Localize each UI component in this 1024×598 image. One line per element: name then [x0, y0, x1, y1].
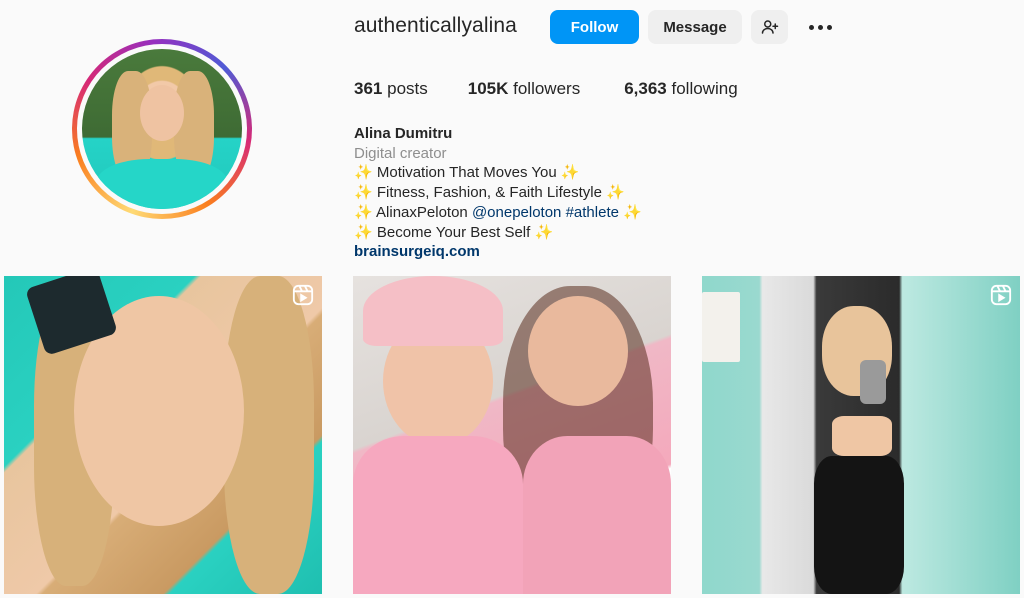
sparkle-icon: ✨: [560, 164, 580, 182]
reels-icon: [292, 284, 314, 306]
profile-category: Digital creator: [354, 144, 447, 162]
sparkle-icon: ✨: [354, 223, 373, 241]
hashtag-link[interactable]: #athlete: [566, 204, 619, 221]
bio-line-text: AlinaxPeloton: [376, 203, 468, 221]
reels-icon: [990, 284, 1012, 306]
more-dot: [808, 24, 814, 30]
profile-bio: Alina Dumitru Digital creator ✨ Motivati…: [354, 124, 642, 262]
sparkle-icon: ✨: [354, 164, 373, 182]
bio-line-text: Become Your Best Self: [376, 223, 531, 241]
more-options-button[interactable]: [805, 16, 835, 38]
following-count: 6,363: [624, 79, 667, 98]
post-thumbnail[interactable]: [353, 276, 671, 594]
avatar-photo: [82, 49, 242, 209]
bio-line-text: Fitness, Fashion, & Faith Lifestyle: [376, 184, 602, 202]
bio-line: ✨ Motivation That Moves You ✨: [354, 163, 642, 183]
posts-stat: 361 posts: [354, 79, 428, 99]
suggest-users-button[interactable]: [751, 10, 788, 44]
profile-stats: 361 posts 105K followers 6,363 following: [354, 79, 778, 99]
sparkle-icon: ✨: [354, 203, 373, 221]
message-button[interactable]: Message: [648, 10, 742, 44]
post-thumbnail[interactable]: [4, 276, 322, 594]
followers-count: 105K: [467, 79, 509, 98]
posts-count: 361: [354, 79, 383, 98]
followers-stat[interactable]: 105K followers: [468, 79, 580, 99]
bio-line-text: Motivation That Moves You: [376, 164, 557, 182]
bio-line: ✨ Fitness, Fashion, & Faith Lifestyle ✨: [354, 183, 642, 203]
following-label: following: [671, 79, 738, 98]
avatar-ring-gap: [77, 44, 247, 214]
profile-name: Alina Dumitru: [354, 125, 453, 142]
sparkle-icon: ✨: [623, 203, 642, 221]
follow-button[interactable]: Follow: [550, 10, 639, 44]
more-dot: [826, 24, 832, 30]
posts-label: posts: [387, 79, 428, 98]
profile-avatar[interactable]: [72, 39, 252, 219]
bio-website-link[interactable]: brainsurgeiq.com: [354, 242, 642, 262]
post-thumbnail[interactable]: [702, 276, 1020, 594]
followers-label: followers: [513, 79, 581, 98]
more-dot: [817, 24, 823, 30]
profile-username: authenticallyalina: [354, 14, 517, 37]
sparkle-icon: ✨: [606, 184, 625, 202]
mention-link[interactable]: @onepeloton: [472, 204, 561, 221]
bio-line: ✨ Become Your Best Self ✨: [354, 223, 642, 243]
bio-line: ✨ AlinaxPeloton @onepeloton #athlete ✨: [354, 203, 642, 223]
sparkle-icon: ✨: [534, 223, 554, 241]
sparkle-icon: ✨: [354, 184, 373, 202]
following-stat[interactable]: 6,363 following: [624, 79, 737, 99]
person-add-icon: [761, 20, 778, 34]
